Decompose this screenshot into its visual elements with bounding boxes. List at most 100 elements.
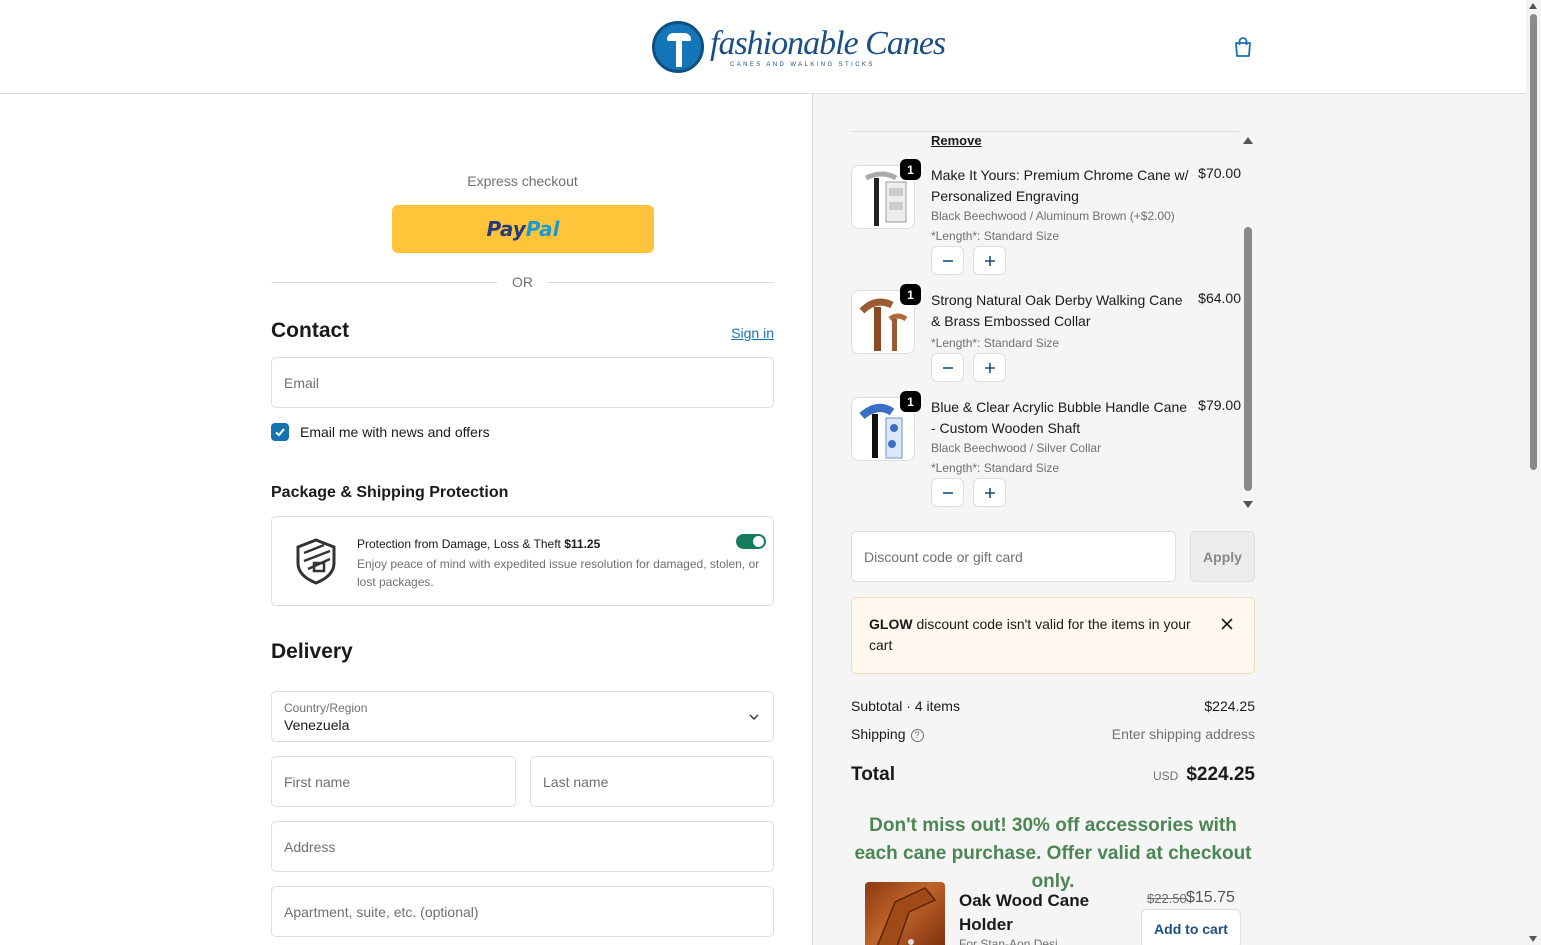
cart-divider <box>851 131 1239 132</box>
increase-quantity-button[interactable] <box>973 246 1006 275</box>
protection-description: Enjoy peace of mind with expedited issue… <box>357 557 760 589</box>
discount-code-input[interactable]: Discount code or gift card <box>851 531 1176 582</box>
upsell-product-image <box>865 882 945 945</box>
first-name-placeholder: First name <box>284 773 351 790</box>
first-name-field[interactable]: First name <box>271 756 516 807</box>
plus-icon <box>984 487 995 498</box>
add-to-cart-button[interactable]: Add to cart <box>1141 909 1241 945</box>
apply-button[interactable]: Apply <box>1190 531 1255 582</box>
brand-tagline: CANES AND WALKING STICKS <box>730 62 875 68</box>
subtotal-label: Subtotal · 4 items <box>851 698 960 714</box>
scroll-up-icon[interactable] <box>1529 3 1537 9</box>
page-scrollbar[interactable] <box>1526 0 1541 945</box>
discount-error-alert: GLOW discount code isn't valid for the i… <box>851 597 1255 674</box>
minus-icon <box>942 366 953 369</box>
help-icon[interactable]: ? <box>910 728 924 742</box>
paypal-pal-text: Pal <box>525 217 560 241</box>
newsletter-option[interactable]: Email me with news and offers <box>271 423 490 441</box>
scroll-up-icon[interactable] <box>1243 137 1253 144</box>
protection-title: Protection from Damage, Loss & Theft $11… <box>357 537 600 551</box>
minus-icon <box>942 259 953 262</box>
newsletter-checkbox[interactable] <box>271 423 289 441</box>
upsell-new-price: $15.75 <box>1186 889 1235 906</box>
address-field[interactable]: Address <box>271 821 774 872</box>
alert-text: discount code isn't valid for the items … <box>869 616 1191 653</box>
cane-logo-icon <box>652 21 704 73</box>
delivery-heading: Delivery <box>271 640 353 663</box>
cart-scroll-thumb[interactable] <box>1244 227 1252 491</box>
paypal-pay-text: Pay <box>486 217 526 241</box>
minus-icon <box>942 491 953 494</box>
shipping-value: Enter shipping address <box>1111 726 1255 742</box>
item-price: $64.00 <box>1198 290 1241 306</box>
country-value: Venezuela <box>284 716 350 733</box>
shipping-label: Shipping <box>851 726 906 742</box>
total-label: Total <box>851 764 895 785</box>
item-variant: Black Beechwood / Silver Collar <box>931 441 1102 455</box>
country-label: Country/Region <box>284 700 368 715</box>
contact-heading: Contact <box>271 319 350 342</box>
express-checkout-label: Express checkout <box>467 173 578 189</box>
total-row: Total USD $224.25 <box>851 764 1255 786</box>
item-variant: Black Beechwood / Aluminum Brown (+$2.00… <box>931 209 1175 223</box>
item-length: *Length*: Standard Size <box>931 336 1060 350</box>
cart-scrollbar[interactable] <box>1242 134 1254 508</box>
alert-code: GLOW <box>869 616 913 632</box>
quantity-badge: 1 <box>900 391 921 412</box>
sign-in-link[interactable]: Sign in <box>731 325 774 341</box>
upsell-product-name: Oak Wood Cane Holder <box>959 891 1090 934</box>
check-icon <box>275 428 285 437</box>
protection-toggle[interactable] <box>736 534 766 549</box>
upsell-product-subtitle: For Stan-Aon Desi... <box>959 937 1068 945</box>
item-name: Make It Yours: Premium Chrome Cane w/ Pe… <box>931 167 1189 204</box>
chevron-down-icon <box>749 714 759 720</box>
subtotal-row: Subtotal · 4 items $224.25 <box>851 698 1255 714</box>
decrease-quantity-button[interactable] <box>931 246 964 275</box>
item-price: $79.00 <box>1198 397 1241 413</box>
subtotal-value: $224.25 <box>1204 698 1255 714</box>
country-select[interactable]: Country/Region Venezuela <box>271 691 774 742</box>
header: fashionable Canes CANES AND WALKING STIC… <box>0 0 1526 94</box>
item-name: Strong Natural Oak Derby Walking Cane & … <box>931 292 1183 329</box>
apartment-placeholder: Apartment, suite, etc. (optional) <box>284 903 479 920</box>
or-text: OR <box>512 274 533 290</box>
newsletter-label: Email me with news and offers <box>300 424 490 440</box>
decrease-quantity-button[interactable] <box>931 478 964 507</box>
protection-card: Protection from Damage, Loss & Theft $11… <box>271 516 774 606</box>
remove-link[interactable]: Remove <box>931 133 982 148</box>
shopping-bag-icon[interactable] <box>1232 36 1254 58</box>
plus-icon <box>984 362 995 373</box>
scroll-down-icon[interactable] <box>1243 501 1253 508</box>
quantity-badge: 1 <box>900 159 921 180</box>
protection-title-text: Protection from Damage, Loss & Theft <box>357 537 561 551</box>
or-divider: OR <box>271 272 774 292</box>
apartment-field[interactable]: Apartment, suite, etc. (optional) <box>271 886 774 937</box>
item-length: *Length*: Standard Size <box>931 229 1060 243</box>
last-name-placeholder: Last name <box>543 773 609 790</box>
email-field[interactable]: Email <box>271 357 774 408</box>
address-placeholder: Address <box>284 838 336 855</box>
upsell-old-price: $22.50 <box>1147 891 1187 906</box>
total-value: $224.25 <box>1186 764 1255 785</box>
page-scroll-thumb[interactable] <box>1530 14 1537 470</box>
brand-name: fashionable Canes <box>710 25 946 62</box>
brand-logo[interactable]: fashionable Canes CANES AND WALKING STIC… <box>652 20 946 74</box>
close-icon[interactable] <box>1220 617 1234 631</box>
increase-quantity-button[interactable] <box>973 478 1006 507</box>
currency-code: USD <box>1152 769 1179 783</box>
shipping-row: Shipping? Enter shipping address <box>851 726 1255 742</box>
plus-icon <box>984 255 995 266</box>
discount-placeholder: Discount code or gift card <box>864 548 1023 565</box>
scroll-down-icon[interactable] <box>1529 936 1537 942</box>
shield-icon <box>296 538 336 585</box>
decrease-quantity-button[interactable] <box>931 353 964 382</box>
item-name: Blue & Clear Acrylic Bubble Handle Cane … <box>931 399 1188 436</box>
item-length: *Length*: Standard Size <box>931 461 1060 475</box>
quantity-badge: 1 <box>900 284 921 305</box>
increase-quantity-button[interactable] <box>973 353 1006 382</box>
paypal-button[interactable]: Pay Pal <box>392 205 654 253</box>
protection-price: $11.25 <box>564 537 601 551</box>
last-name-field[interactable]: Last name <box>530 756 774 807</box>
package-protection-heading: Package & Shipping Protection <box>271 484 509 501</box>
item-price: $70.00 <box>1198 165 1241 181</box>
